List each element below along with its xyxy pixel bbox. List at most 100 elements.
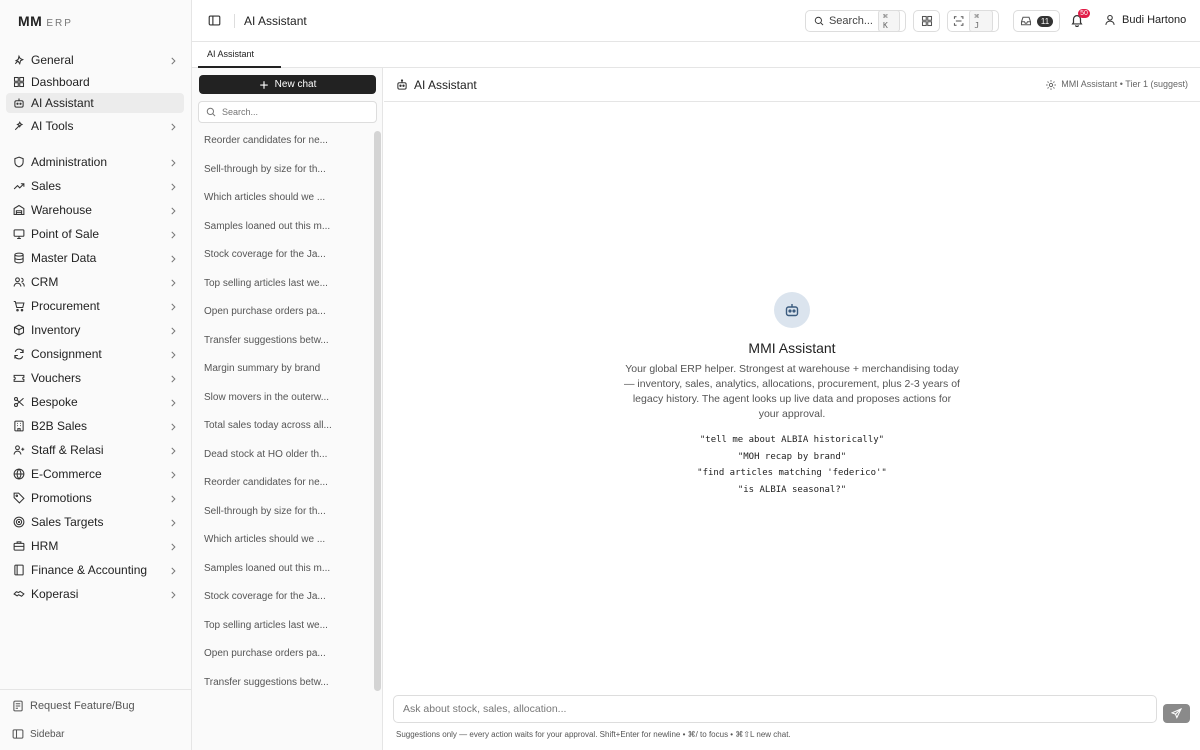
chat-history-item[interactable]: Dead stock at HO older th... — [204, 449, 334, 467]
sidebar-item-label: Staff & Relasi — [31, 443, 104, 457]
request-feature-link[interactable]: Request Feature/Bug — [12, 700, 135, 712]
chat-history-item[interactable]: Sell-through by size for th... — [204, 164, 334, 182]
sidebar-item-crm[interactable]: CRM — [6, 272, 184, 292]
sidebar-item-label: Sales — [31, 179, 62, 193]
trend-icon — [12, 180, 25, 193]
sidebar-item-procurement[interactable]: Procurement — [6, 296, 184, 316]
sidebar-item-warehouse[interactable]: Warehouse — [6, 200, 184, 220]
example-prompt[interactable]: "is ALBIA seasonal?" — [384, 482, 1200, 499]
plus-icon — [259, 80, 268, 89]
chat-history-item[interactable]: Top selling articles last we... — [204, 620, 334, 638]
example-prompts: "tell me about ALBIA historically" "MOH … — [384, 432, 1200, 498]
sidebar-item-bespoke[interactable]: Bespoke — [6, 392, 184, 412]
apps-button[interactable] — [913, 10, 940, 32]
composer-footnote: Suggestions only — every action waits fo… — [396, 730, 791, 739]
briefcase-icon — [12, 540, 25, 553]
sidebar-item-point-of-sale[interactable]: Point of Sale — [6, 224, 184, 244]
sidebar-item-master-data[interactable]: Master Data — [6, 248, 184, 268]
new-chat-button[interactable]: New chat — [199, 75, 376, 94]
chat-history-item[interactable]: Transfer suggestions betw... — [204, 677, 334, 695]
sidebar-item-consignment[interactable]: Consignment — [6, 344, 184, 364]
sidebar-item-koperasi[interactable]: Koperasi — [6, 584, 184, 604]
ticket-icon — [12, 372, 25, 385]
app-logo[interactable]: MM ERP — [18, 13, 73, 29]
sidebar-item-dashboard[interactable]: Dashboard — [6, 72, 184, 92]
users-icon — [12, 276, 25, 289]
bot-icon — [12, 97, 25, 110]
focus-mode-button[interactable]: ⌘ J — [947, 10, 999, 32]
sidebar-item-sales[interactable]: Sales — [6, 176, 184, 196]
sidebar-item-ai-assistant[interactable]: AI Assistant — [6, 93, 184, 113]
sidebar-item-label: General — [31, 53, 74, 67]
chevron-right-icon — [168, 517, 178, 527]
sidebar-item-e-commerce[interactable]: E-Commerce — [6, 464, 184, 484]
sidebar-item-promotions[interactable]: Promotions — [6, 488, 184, 508]
chevron-right-icon — [168, 493, 178, 503]
chat-history-item[interactable]: Top selling articles last we... — [204, 278, 334, 296]
chat-history-item[interactable]: Open purchase orders pa... — [204, 648, 334, 666]
sidebar-item-label: Point of Sale — [31, 227, 100, 241]
chevron-right-icon — [168, 373, 178, 383]
search-icon — [206, 107, 216, 117]
example-prompt[interactable]: "find articles matching 'federico'" — [384, 465, 1200, 482]
general-icon — [12, 54, 25, 67]
tab-ai-assistant[interactable]: AI Assistant — [198, 42, 281, 68]
gear-icon[interactable] — [1045, 79, 1057, 91]
sidebar-item-ai-tools[interactable]: AI Tools — [6, 116, 184, 136]
sidebar-item-label: Vouchers — [31, 371, 82, 385]
sidebar-item-label: CRM — [31, 275, 59, 289]
chat-history-item[interactable]: Margin summary by brand — [204, 363, 334, 381]
example-prompt[interactable]: "tell me about ALBIA historically" — [384, 432, 1200, 449]
message-input[interactable] — [403, 703, 1143, 715]
chat-history-item[interactable]: Reorder candidates for ne... — [204, 477, 334, 495]
chat-history-item[interactable]: Total sales today across all... — [204, 420, 334, 438]
sidebar-item-label: Master Data — [31, 251, 97, 265]
global-search-button[interactable]: Search... ⌘ K — [805, 10, 906, 32]
chat-history-item[interactable]: Which articles should we ... — [204, 534, 334, 552]
chevron-right-icon — [168, 229, 178, 239]
chat-list-scrollbar[interactable] — [374, 131, 381, 691]
sidebar-item-vouchers[interactable]: Vouchers — [6, 368, 184, 388]
sidebar-item-administration[interactable]: Administration — [6, 152, 184, 172]
chat-history-item[interactable]: Slow movers in the outerw... — [204, 392, 334, 410]
chat-history-item[interactable]: Samples loaned out this m... — [204, 563, 334, 581]
chat-search-box[interactable] — [198, 101, 377, 123]
search-shortcut: ⌘ K — [878, 10, 900, 32]
chat-history-item[interactable]: Which articles should we ... — [204, 192, 334, 210]
target-icon — [12, 516, 25, 529]
header-divider — [234, 14, 235, 28]
inbox-count: 11 — [1036, 15, 1054, 27]
panel-toggle-icon[interactable] — [208, 14, 221, 27]
sidebar-toggle-link[interactable]: Sidebar — [12, 728, 64, 740]
chat-history-item[interactable]: Open purchase orders pa... — [204, 306, 334, 324]
sidebar-item-inventory[interactable]: Inventory — [6, 320, 184, 340]
sidebar-item-sales-targets[interactable]: Sales Targets — [6, 512, 184, 532]
chat-header: AI Assistant MMI Assistant • Tier 1 (sug… — [384, 68, 1200, 102]
chat-history-item[interactable]: Sell-through by size for th... — [204, 506, 334, 524]
chevron-right-icon — [168, 541, 178, 551]
chat-history-item[interactable]: Stock coverage for the Ja... — [204, 591, 334, 609]
chat-history-item[interactable]: Transfer suggestions betw... — [204, 335, 334, 353]
send-button[interactable] — [1163, 704, 1190, 723]
chat-history-item[interactable]: Samples loaned out this m... — [204, 221, 334, 239]
refresh-icon — [12, 348, 25, 361]
chat-history-item[interactable]: Reorder candidates for ne... — [204, 135, 334, 153]
message-composer[interactable] — [393, 695, 1157, 723]
focus-shortcut: ⌘ J — [969, 10, 993, 32]
ai-tools-icon — [12, 120, 25, 133]
sidebar-item-general[interactable]: General — [6, 50, 184, 70]
chat-history-list: Total sales today across all... Dead stoc… — [192, 131, 372, 750]
chat-history-item[interactable]: Stock coverage for the Ja... — [204, 249, 334, 267]
sidebar-item-staff-relasi[interactable]: Staff & Relasi — [6, 440, 184, 460]
dashboard-icon — [12, 76, 25, 89]
example-prompt[interactable]: "MOH recap by brand" — [384, 449, 1200, 466]
user-menu[interactable]: Budi Hartono — [1104, 14, 1186, 26]
chat-search-input[interactable] — [222, 107, 372, 117]
sidebar-item-b2b-sales[interactable]: B2B Sales — [6, 416, 184, 436]
sidebar-item-label: Bespoke — [31, 395, 78, 409]
inbox-button[interactable]: 11 — [1013, 10, 1060, 32]
chevron-right-icon — [168, 421, 178, 431]
sidebar-item-finance-accounting[interactable]: Finance & Accounting — [6, 560, 184, 580]
sidebar-item-label: Koperasi — [31, 587, 79, 601]
sidebar-item-hrm[interactable]: HRM — [6, 536, 184, 556]
